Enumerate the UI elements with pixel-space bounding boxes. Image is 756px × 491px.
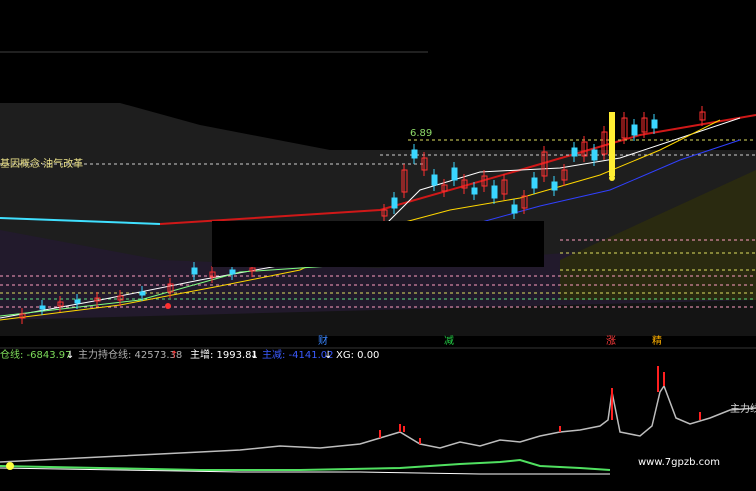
candle-body	[471, 187, 478, 195]
candle-body	[491, 185, 498, 199]
marker-jing: 精	[652, 336, 662, 347]
marker-cai: 财	[318, 336, 328, 347]
candle-body	[571, 147, 578, 157]
redaction-box	[212, 221, 544, 267]
highlight-candle	[609, 112, 615, 176]
indicator-main-increase: 主增: 1993.81	[190, 350, 258, 361]
marker-zhang: 涨	[606, 336, 616, 347]
main-line-label: 主力线	[730, 404, 756, 415]
candle-body	[411, 149, 418, 159]
candle-body	[591, 149, 598, 161]
indicator-main-position: 主力持仓线: 42573.38	[78, 350, 183, 361]
signal-dot	[165, 303, 171, 309]
candle-body	[511, 204, 518, 214]
indicator-bar: 仓线: -6843.97 ↓ 主力持仓线: 42573.38 ↑ 主增: 199…	[0, 349, 756, 363]
indicator-main-decrease: 主减: -4141.02	[262, 350, 334, 361]
start-dot	[6, 462, 14, 470]
stock-chart-window: 基因概念·油气改革 6.89 财 减 涨 精 仓线: -6843.97 ↓ 主力…	[0, 0, 756, 487]
indicator-cangxian: 仓线: -6843.97	[0, 350, 72, 361]
concept-label: 基因概念·油气改革	[0, 159, 84, 170]
arrow-down-icon: ↓	[66, 350, 75, 361]
candle-body	[229, 269, 236, 275]
candle-body	[139, 291, 146, 296]
candle-body	[651, 119, 658, 129]
candle-body	[631, 124, 638, 136]
green-line	[0, 458, 611, 471]
watermark: www.7gpzb.com	[638, 457, 720, 468]
candle-body	[74, 299, 81, 304]
arrow-up-icon: ↑	[170, 350, 179, 361]
candle-body	[531, 177, 538, 189]
arrow-down-icon: ↓	[250, 350, 259, 361]
candle-body	[431, 174, 438, 186]
main-line	[0, 384, 756, 463]
candle-body	[39, 305, 46, 310]
candle-body	[451, 167, 458, 181]
candle-body	[191, 267, 198, 275]
candle-body	[391, 197, 398, 209]
candle-body	[551, 181, 558, 191]
highlight-dot	[609, 175, 615, 181]
indicator-xg: XG: 0.00	[336, 350, 380, 361]
marker-jian: 减	[444, 336, 454, 347]
arrow-down-icon: ↓	[324, 350, 333, 361]
high-price-label: 6.89	[410, 128, 433, 139]
